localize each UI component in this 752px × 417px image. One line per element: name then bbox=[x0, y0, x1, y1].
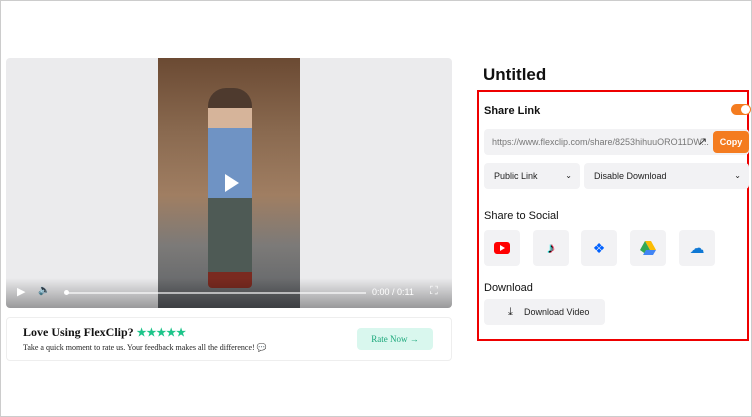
feedback-icon: 💬 bbox=[256, 343, 267, 352]
time-display: 0:00 / 0:11 bbox=[372, 287, 414, 297]
chevron-down-icon: ⌄ bbox=[565, 171, 572, 180]
share-link-toggle[interactable] bbox=[731, 104, 751, 115]
youtube-button[interactable] bbox=[484, 230, 520, 266]
share-social-label: Share to Social bbox=[484, 210, 559, 222]
video-player[interactable]: ▶ 🔈 0:00 / 0:11 ⛶ bbox=[6, 58, 452, 308]
onedrive-icon: ☁ bbox=[689, 240, 705, 257]
share-url: https://www.flexclip.com/share/8253hihuu… bbox=[492, 137, 709, 147]
play-icon[interactable]: ▶ bbox=[17, 285, 25, 298]
player-controls: ▶ 🔈 0:00 / 0:11 ⛶ bbox=[6, 278, 452, 308]
project-title[interactable]: Untitled bbox=[483, 65, 546, 85]
fullscreen-icon[interactable]: ⛶ bbox=[430, 285, 438, 298]
google-drive-button[interactable] bbox=[630, 230, 666, 266]
tiktok-icon: ♪ bbox=[547, 239, 555, 257]
center-play-icon[interactable] bbox=[225, 174, 239, 192]
star-icons: ★★★★★ bbox=[136, 327, 186, 339]
copy-button[interactable]: Copy bbox=[713, 131, 749, 153]
dropbox-icon: ❖ bbox=[592, 239, 606, 256]
onedrive-button[interactable]: ☁ bbox=[679, 230, 715, 266]
download-option-select[interactable]: Disable Download ⌄ bbox=[584, 163, 749, 189]
share-link-label: Share Link bbox=[484, 105, 541, 117]
link-type-select[interactable]: Public Link ⌄ bbox=[484, 163, 580, 189]
rating-title: Love Using FlexClip? bbox=[23, 325, 134, 339]
dropbox-button[interactable]: ❖ bbox=[581, 230, 617, 266]
tiktok-button[interactable]: ♪ bbox=[533, 230, 569, 266]
download-icon: ⤓ bbox=[508, 306, 513, 318]
open-external-icon[interactable]: ↗ bbox=[698, 129, 707, 155]
volume-icon[interactable]: 🔈 bbox=[38, 285, 50, 296]
share-panel: Share Link https://www.flexclip.com/shar… bbox=[477, 90, 751, 341]
rating-text: Take a quick moment to rate us. Your fee… bbox=[23, 343, 255, 352]
download-label: Download bbox=[484, 282, 533, 294]
seek-bar[interactable] bbox=[66, 292, 366, 294]
google-drive-icon bbox=[640, 241, 656, 255]
youtube-icon bbox=[494, 242, 510, 254]
seek-handle[interactable] bbox=[64, 290, 69, 295]
arrow-right-icon: → bbox=[409, 334, 419, 344]
download-video-button[interactable]: ⤓ Download Video bbox=[484, 299, 605, 325]
rate-now-button[interactable]: Rate Now → bbox=[357, 328, 433, 350]
rating-card: Love Using FlexClip? ★★★★★ Take a quick m… bbox=[6, 317, 452, 361]
share-url-field[interactable]: https://www.flexclip.com/share/8253hihuu… bbox=[484, 129, 749, 155]
chevron-down-icon: ⌄ bbox=[734, 171, 741, 180]
